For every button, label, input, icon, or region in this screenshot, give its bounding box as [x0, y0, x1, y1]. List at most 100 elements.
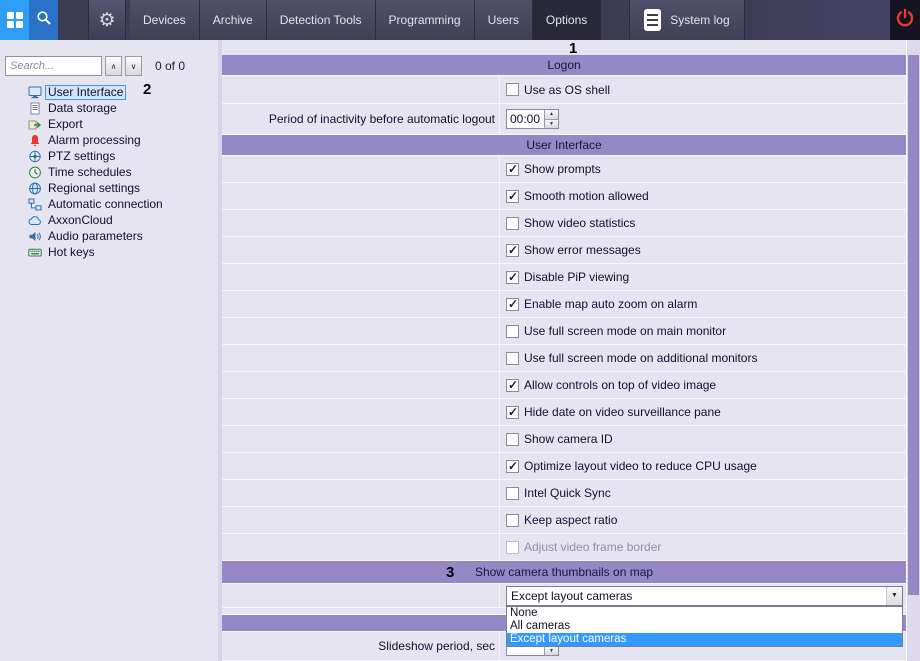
tree-item-user-interface[interactable]: User Interface — [0, 84, 218, 100]
menu-options[interactable]: Options — [533, 0, 601, 40]
checkbox-show-video-statistics[interactable] — [506, 217, 519, 230]
field-label-cell — [222, 264, 500, 290]
power-button[interactable] — [890, 0, 920, 40]
field-row-show-prompts: Show prompts — [222, 156, 906, 183]
field-control-cell: Smooth motion allowed — [500, 183, 906, 209]
field-label-cell — [222, 584, 500, 607]
checkbox-use-full-screen-mode-on-additional-monitors[interactable] — [506, 352, 519, 365]
field-control-cell: 00:00▲▼ — [500, 104, 906, 134]
settings-tree: User InterfaceData storageExportAlarm pr… — [0, 84, 218, 260]
field-row-allow-controls-on-top-of-video-image: Allow controls on top of video image — [222, 372, 906, 399]
camera-thumbnails-select[interactable]: Except layout cameras▼NoneAll camerasExc… — [506, 586, 903, 606]
search-icon — [36, 10, 52, 31]
scrollbar-thumb[interactable] — [908, 55, 919, 595]
field-row-show-camera-id: Show camera ID — [222, 426, 906, 453]
field-row-intel-quick-sync: Intel Quick Sync — [222, 480, 906, 507]
checkbox-disable-pip-viewing[interactable] — [506, 271, 519, 284]
checkbox-label: Adjust video frame border — [524, 540, 661, 554]
spinner-value[interactable]: 00:00 — [507, 110, 544, 128]
system-log-button[interactable]: System log — [629, 0, 744, 40]
field-label-cell — [222, 507, 500, 533]
checkbox-allow-controls-on-top-of-video-image[interactable] — [506, 379, 519, 392]
spinner-down-icon[interactable]: ▼ — [545, 119, 558, 129]
field-label-cell: Period of inactivity before automatic lo… — [222, 104, 500, 134]
checkbox-label: Allow controls on top of video image — [524, 378, 716, 392]
checkbox-keep-aspect-ratio[interactable] — [506, 514, 519, 527]
topbar: ⚙ DevicesArchiveDetection ToolsProgrammi… — [0, 0, 920, 40]
spinner-up-icon[interactable]: ▲ — [545, 110, 558, 119]
checkbox-label: Use full screen mode on additional monit… — [524, 351, 757, 365]
checkbox-adjust-video-frame-border — [506, 541, 519, 554]
tree-item-data-storage[interactable]: Data storage — [0, 100, 218, 116]
tree-item-time-schedules[interactable]: Time schedules — [0, 164, 218, 180]
sidebar: ∧ ∨ 0 of 0 User InterfaceData storageExp… — [0, 40, 222, 661]
tree-item-audio-parameters[interactable]: Audio parameters — [0, 228, 218, 244]
dropdown-option-none[interactable]: None — [507, 607, 902, 620]
settings-panel: LogonUse as OS shellPeriod of inactivity… — [222, 40, 906, 661]
menu-users[interactable]: Users — [475, 0, 533, 40]
tree-item-label: Audio parameters — [45, 229, 146, 244]
globe-icon — [28, 182, 42, 195]
settings-gear-button[interactable]: ⚙ — [88, 0, 126, 40]
dropdown-option-except-layout-cameras[interactable]: Except layout cameras — [507, 633, 902, 646]
checkbox-label: Show prompts — [524, 162, 601, 176]
field-label-cell — [222, 318, 500, 344]
checkbox-intel-quick-sync[interactable] — [506, 487, 519, 500]
monitor-icon — [28, 86, 42, 99]
search-input[interactable] — [5, 56, 102, 76]
field-label: Slideshow period, sec — [378, 639, 495, 653]
search-next-button[interactable]: ∨ — [125, 56, 142, 76]
field-control-cell: Keep aspect ratio — [500, 507, 906, 533]
vertical-scrollbar[interactable] — [906, 40, 920, 661]
field-row-enable-map-auto-zoom-on-alarm: Enable map auto zoom on alarm — [222, 291, 906, 318]
tree-item-label: Export — [45, 117, 86, 132]
field-row-show-error-messages: Show error messages — [222, 237, 906, 264]
checkbox-smooth-motion-allowed[interactable] — [506, 190, 519, 203]
checkbox-show-prompts[interactable] — [506, 163, 519, 176]
menu-devices[interactable]: Devices — [130, 0, 200, 40]
section-header-logon: Logon — [222, 55, 906, 76]
tree-item-alarm-processing[interactable]: Alarm processing — [0, 132, 218, 148]
tree-item-axxoncloud[interactable]: AxxonCloud — [0, 212, 218, 228]
network-icon — [28, 198, 42, 211]
tree-item-automatic-connection[interactable]: Automatic connection — [0, 196, 218, 212]
checkbox-show-error-messages[interactable] — [506, 244, 519, 257]
speaker-icon — [28, 230, 42, 243]
field-control-cell: Use full screen mode on additional monit… — [500, 345, 906, 371]
checkbox-use-as-os-shell[interactable] — [506, 83, 519, 96]
search-tile-button[interactable] — [29, 0, 58, 40]
tree-item-ptz-settings[interactable]: PTZ settings — [0, 148, 218, 164]
menu-detection-tools[interactable]: Detection Tools — [267, 0, 376, 40]
dropdown-arrow-icon[interactable]: ▼ — [886, 587, 902, 605]
menu-archive[interactable]: Archive — [200, 0, 267, 40]
spinner-down-icon[interactable]: ▼ — [545, 646, 558, 656]
tree-item-export[interactable]: Export — [0, 116, 218, 132]
search-prev-button[interactable]: ∧ — [105, 56, 122, 76]
checkbox-optimize-layout-video-to-reduce-cpu-usage[interactable] — [506, 460, 519, 473]
checkbox-label: Disable PiP viewing — [524, 270, 629, 284]
field-label-cell — [222, 156, 500, 182]
field-row-use-full-screen-mode-on-main-monitor: Use full screen mode on main monitor — [222, 318, 906, 345]
tree-item-hot-keys[interactable]: Hot keys — [0, 244, 218, 260]
tree-item-regional-settings[interactable]: Regional settings — [0, 180, 218, 196]
annotation-3: 3 — [446, 564, 454, 581]
field-control-cell: Intel Quick Sync — [500, 480, 906, 506]
checkbox-label: Hide date on video surveillance pane — [524, 405, 721, 419]
chevron-up-icon: ∧ — [111, 62, 117, 71]
dropdown-option-all-cameras[interactable]: All cameras — [507, 620, 902, 633]
apps-grid-button[interactable] — [0, 0, 29, 40]
checkbox-use-full-screen-mode-on-main-monitor[interactable] — [506, 325, 519, 338]
sidebar-search-row: ∧ ∨ 0 of 0 — [5, 56, 218, 76]
field-row-disable-pip-viewing: Disable PiP viewing — [222, 264, 906, 291]
checkbox-label: Intel Quick Sync — [524, 486, 611, 500]
field-label-cell — [222, 480, 500, 506]
main-body: ∧ ∨ 0 of 0 User InterfaceData storageExp… — [0, 40, 920, 661]
document-icon — [644, 9, 661, 31]
field-row-period-of-inactivity-before-automatic-logout: Period of inactivity before automatic lo… — [222, 104, 906, 135]
checkbox-hide-date-on-video-surveillance-pane[interactable] — [506, 406, 519, 419]
gear-icon: ⚙ — [98, 9, 115, 32]
checkbox-enable-map-auto-zoom-on-alarm[interactable] — [506, 298, 519, 311]
checkbox-show-camera-id[interactable] — [506, 433, 519, 446]
field-control-cell: Disable PiP viewing — [500, 264, 906, 290]
menu-programming[interactable]: Programming — [376, 0, 475, 40]
